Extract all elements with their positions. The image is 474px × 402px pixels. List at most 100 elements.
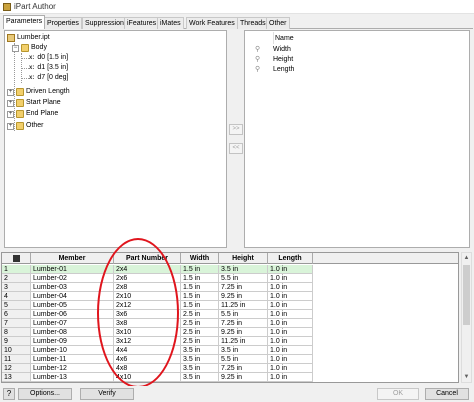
member-cell[interactable]: Lumber-02 (31, 274, 114, 283)
table-row[interactable]: 9 Lumber-09 3x12 2.5 in 11.25 in 1.0 in (2, 337, 458, 346)
width-cell[interactable]: 1.5 in (181, 292, 219, 301)
ok-button[interactable]: OK (377, 388, 419, 400)
list-item[interactable]: ⚲ Width (255, 45, 291, 55)
list-item[interactable]: ⚲ Length (255, 65, 294, 75)
length-cell[interactable]: 1.0 in (268, 328, 313, 337)
part-number-cell[interactable]: 2x4 (114, 265, 181, 274)
list-header-name[interactable]: Name (275, 35, 294, 42)
list-item[interactable]: ⚲ Height (255, 55, 293, 65)
width-cell[interactable]: 3.5 in (181, 373, 219, 382)
width-cell[interactable]: 1.5 in (181, 274, 219, 283)
row-number-cell[interactable]: 4 (2, 292, 31, 301)
height-cell[interactable]: 5.5 in (219, 274, 268, 283)
length-cell[interactable]: 1.0 in (268, 283, 313, 292)
length-cell[interactable]: 1.0 in (268, 265, 313, 274)
tab-imates[interactable]: iMates (157, 17, 184, 29)
part-number-cell[interactable]: 3x10 (114, 328, 181, 337)
tab-ifeatures[interactable]: iFeatures (124, 17, 160, 29)
tab-threads[interactable]: Threads (237, 17, 269, 29)
remove-parameter-button[interactable]: << (229, 143, 243, 154)
member-cell[interactable]: Lumber-04 (31, 292, 114, 301)
tab-suppression[interactable]: Suppression (82, 17, 127, 29)
table-scrollbar[interactable]: ▲ ▼ (461, 252, 472, 383)
collapse-icon[interactable]: − (12, 44, 19, 52)
part-number-cell[interactable]: 2x8 (114, 283, 181, 292)
member-cell[interactable]: Lumber-09 (31, 337, 114, 346)
part-number-cell[interactable]: 2x6 (114, 274, 181, 283)
height-cell[interactable]: 7.25 in (219, 319, 268, 328)
width-cell[interactable]: 1.5 in (181, 283, 219, 292)
expand-icon[interactable]: + (7, 122, 14, 130)
part-number-cell[interactable]: 2x12 (114, 301, 181, 310)
length-cell[interactable]: 1.0 in (268, 301, 313, 310)
column-header-width[interactable]: Width (181, 253, 219, 264)
height-cell[interactable]: 3.5 in (219, 346, 268, 355)
member-cell[interactable]: Lumber-12 (31, 364, 114, 373)
tree-item-body[interactable]: − Body (12, 43, 47, 53)
tab-other[interactable]: Other (266, 17, 290, 29)
height-cell[interactable]: 7.25 in (219, 283, 268, 292)
tree-item-param-d1[interactable]: x: d1 [3.5 in] (29, 63, 68, 73)
part-number-cell[interactable]: 3x6 (114, 310, 181, 319)
table-row[interactable]: 12 Lumber-12 4x8 3.5 in 7.25 in 1.0 in (2, 364, 458, 373)
row-number-cell[interactable]: 6 (2, 310, 31, 319)
tree-item-end-plane[interactable]: + End Plane (7, 109, 58, 119)
tree-item-param-d7[interactable]: x: d7 [0 deg] (29, 73, 68, 83)
table-row[interactable]: 4 Lumber-04 2x10 1.5 in 9.25 in 1.0 in (2, 292, 458, 301)
width-cell[interactable]: 2.5 in (181, 310, 219, 319)
length-cell[interactable]: 1.0 in (268, 292, 313, 301)
tree-item-param-d0[interactable]: x: d0 [1.5 in] (29, 53, 68, 63)
row-number-cell[interactable]: 5 (2, 301, 31, 310)
member-cell[interactable]: Lumber-03 (31, 283, 114, 292)
row-number-cell[interactable]: 10 (2, 346, 31, 355)
table-row[interactable]: 11 Lumber-11 4x6 3.5 in 5.5 in 1.0 in (2, 355, 458, 364)
table-row[interactable]: 13 Lumber-13 4x10 3.5 in 9.25 in 1.0 in (2, 373, 458, 382)
length-cell[interactable]: 1.0 in (268, 373, 313, 382)
tab-work-features[interactable]: Work Features (186, 17, 238, 29)
height-cell[interactable]: 11.25 in (219, 301, 268, 310)
part-number-cell[interactable]: 4x8 (114, 364, 181, 373)
table-row[interactable]: 10 Lumber-10 4x4 3.5 in 3.5 in 1.0 in (2, 346, 458, 355)
tab-parameters[interactable]: Parameters (3, 15, 46, 29)
part-number-cell[interactable]: 3x12 (114, 337, 181, 346)
tree-item-root[interactable]: Lumber.ipt (7, 33, 50, 43)
member-cell[interactable]: Lumber-10 (31, 346, 114, 355)
selected-parameters-list[interactable]: Name ⚲ Width ⚲ Height ⚲ Length (244, 30, 470, 248)
length-cell[interactable]: 1.0 in (268, 319, 313, 328)
scroll-thumb[interactable] (463, 265, 470, 325)
part-number-cell[interactable]: 4x6 (114, 355, 181, 364)
tree-item-other[interactable]: + Other (7, 121, 44, 131)
cancel-button[interactable]: Cancel (425, 388, 469, 400)
table-row[interactable]: 6 Lumber-06 3x6 2.5 in 5.5 in 1.0 in (2, 310, 458, 319)
column-header-part-number[interactable]: Part Number (114, 253, 181, 264)
iPart-table[interactable]: Member Part Number Width Height Length 1… (1, 252, 459, 383)
height-cell[interactable]: 11.25 in (219, 337, 268, 346)
row-number-cell[interactable]: 1 (2, 265, 31, 274)
expand-icon[interactable]: + (7, 88, 14, 96)
length-cell[interactable]: 1.0 in (268, 364, 313, 373)
column-header-height[interactable]: Height (219, 253, 268, 264)
length-cell[interactable]: 1.0 in (268, 346, 313, 355)
row-number-cell[interactable]: 12 (2, 364, 31, 373)
member-cell[interactable]: Lumber-08 (31, 328, 114, 337)
width-cell[interactable]: 3.5 in (181, 355, 219, 364)
height-cell[interactable]: 5.5 in (219, 355, 268, 364)
length-cell[interactable]: 1.0 in (268, 274, 313, 283)
table-row[interactable]: 3 Lumber-03 2x8 1.5 in 7.25 in 1.0 in (2, 283, 458, 292)
row-number-cell[interactable]: 3 (2, 283, 31, 292)
row-number-cell[interactable]: 2 (2, 274, 31, 283)
height-cell[interactable]: 9.25 in (219, 328, 268, 337)
member-cell[interactable]: Lumber-01 (31, 265, 114, 274)
width-cell[interactable]: 3.5 in (181, 346, 219, 355)
row-number-cell[interactable]: 9 (2, 337, 31, 346)
height-cell[interactable]: 9.25 in (219, 292, 268, 301)
table-row[interactable]: 1 Lumber-01 2x4 1.5 in 3.5 in 1.0 in (2, 265, 458, 274)
table-row[interactable]: 5 Lumber-05 2x12 1.5 in 11.25 in 1.0 in (2, 301, 458, 310)
height-cell[interactable]: 9.25 in (219, 373, 268, 382)
height-cell[interactable]: 7.25 in (219, 364, 268, 373)
length-cell[interactable]: 1.0 in (268, 355, 313, 364)
add-parameter-button[interactable]: >> (229, 124, 243, 135)
row-number-cell[interactable]: 13 (2, 373, 31, 382)
expand-icon[interactable]: + (7, 99, 14, 107)
part-number-cell[interactable]: 4x4 (114, 346, 181, 355)
